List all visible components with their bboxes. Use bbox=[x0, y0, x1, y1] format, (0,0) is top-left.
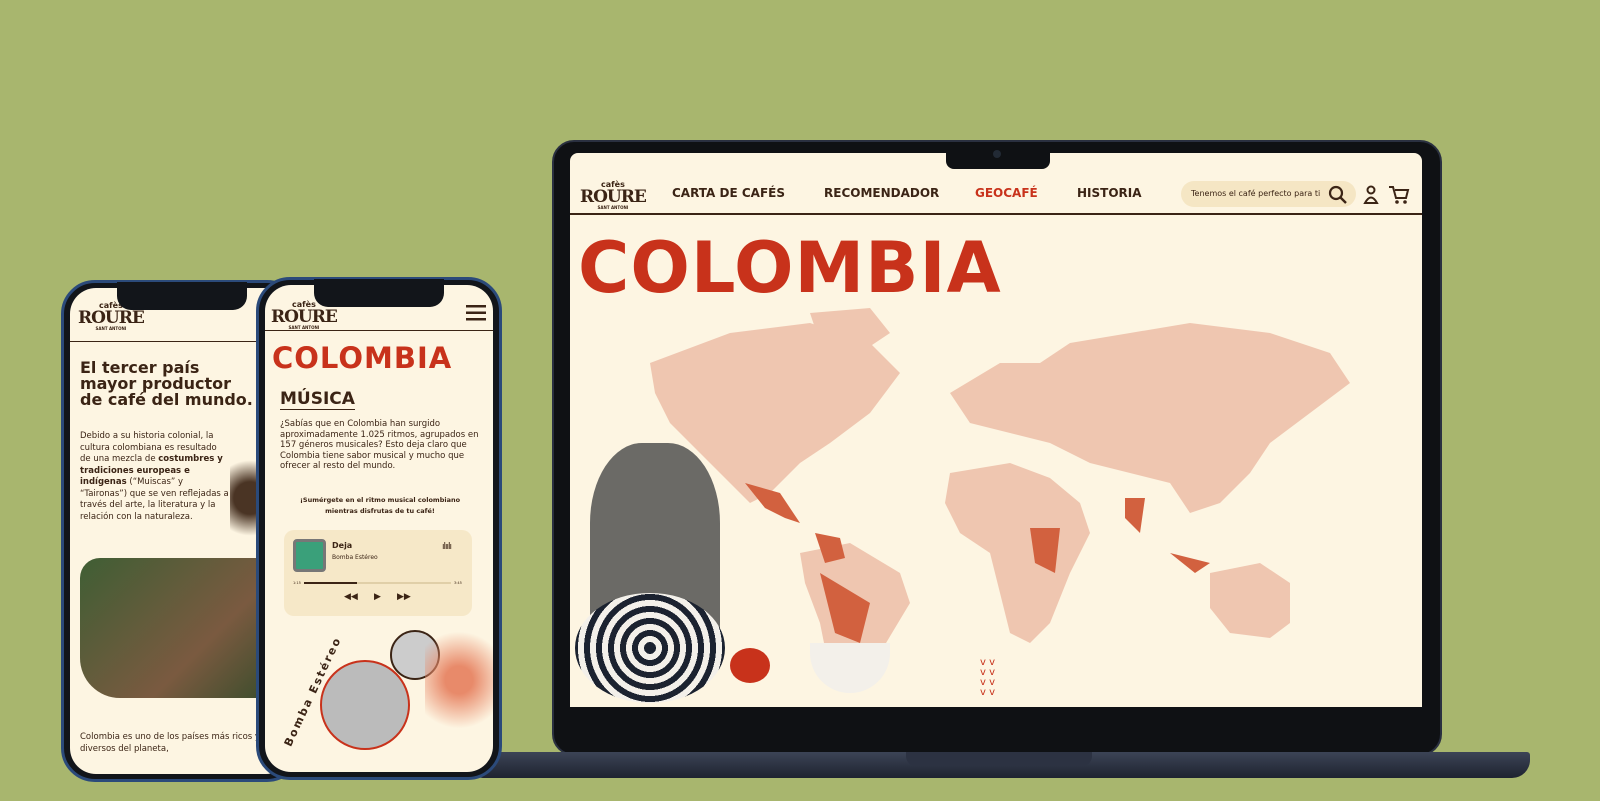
laptop-lip bbox=[906, 752, 1092, 766]
logo-name: ROURE bbox=[580, 187, 647, 207]
page-title: COLOMBIA bbox=[578, 227, 1002, 309]
user-icon[interactable] bbox=[1363, 185, 1379, 205]
logo-tagline: SANT ANTONI bbox=[597, 205, 629, 210]
play-icon[interactable]: ▶ bbox=[374, 592, 381, 602]
band-photo bbox=[320, 660, 410, 750]
logo-name: ROURE bbox=[78, 308, 145, 328]
divider bbox=[265, 330, 493, 331]
cart-icon[interactable] bbox=[1388, 184, 1410, 206]
hibiscus-flower bbox=[730, 648, 770, 683]
phone-2-title: COLOMBIA bbox=[272, 341, 453, 375]
phone-1-notch bbox=[117, 282, 247, 310]
nav-carta-de-cafes[interactable]: CARTA DE CAFÉS bbox=[672, 186, 785, 200]
phone-1-heading: El tercer país mayor productor de café d… bbox=[80, 358, 253, 409]
search-placeholder: Tenemos el café perfecto para ti bbox=[1191, 189, 1321, 198]
map-indonesia bbox=[1170, 553, 1210, 573]
map-africa bbox=[945, 463, 1090, 643]
duration-time: 3:45 bbox=[454, 581, 462, 585]
scroll-down-icon[interactable]: v vv vv vv v bbox=[980, 658, 995, 698]
nav-recomendador[interactable]: RECOMENDADOR bbox=[824, 186, 939, 200]
nav-historia[interactable]: HISTORIA bbox=[1077, 186, 1142, 200]
logo-name: ROURE bbox=[271, 307, 338, 327]
track-artist: Bomba Estéreo bbox=[332, 554, 378, 561]
map-australia bbox=[1210, 563, 1290, 638]
phone-1-body: Debido a su historia colonial, la cultur… bbox=[80, 431, 230, 523]
music-body: ¿Sabías que en Colombia han surgido apro… bbox=[280, 419, 479, 471]
album-art bbox=[293, 539, 326, 572]
phone-1-footer: Colombia es uno de los países más ricos … bbox=[80, 732, 260, 754]
search-icon[interactable] bbox=[1328, 185, 1348, 205]
track-title: Deja bbox=[332, 541, 353, 550]
laptop-screen: cafès ROURE SANT ANTONI CARTA DE CAFÉS R… bbox=[570, 153, 1422, 707]
music-cta: ¡Sumérgete en el ritmo musical colombian… bbox=[299, 496, 461, 515]
section-heading: MÚSICA bbox=[280, 389, 355, 410]
rewind-icon[interactable]: ◀◀ bbox=[344, 592, 358, 602]
camera bbox=[993, 150, 1001, 158]
progress-bar[interactable] bbox=[304, 582, 451, 584]
progress-fill bbox=[304, 582, 357, 584]
waveform-icon: ılıılı bbox=[442, 542, 452, 552]
elapsed-time: 1:15 bbox=[293, 581, 301, 585]
nav-geocafe[interactable]: GEOCAFÉ bbox=[975, 186, 1038, 200]
hamburger-menu-icon[interactable] bbox=[466, 305, 486, 321]
logo[interactable]: cafès ROURE SANT ANTONI bbox=[580, 181, 647, 210]
sombrero-vueltiao bbox=[575, 593, 725, 703]
logo-tagline: SANT ANTONI bbox=[95, 326, 127, 331]
phone-2-screen: cafès ROURE SANT ANTONI COLOMBIA MÚSICA … bbox=[265, 285, 493, 772]
phone-2-notch bbox=[314, 279, 444, 307]
flower-collage bbox=[425, 620, 493, 740]
fast-forward-icon[interactable]: ▶▶ bbox=[397, 592, 411, 602]
map-india bbox=[1125, 498, 1145, 533]
music-player: Deja Bomba Estéreo ılıılı 1:15 3:45 ◀◀ ▶… bbox=[284, 530, 472, 616]
